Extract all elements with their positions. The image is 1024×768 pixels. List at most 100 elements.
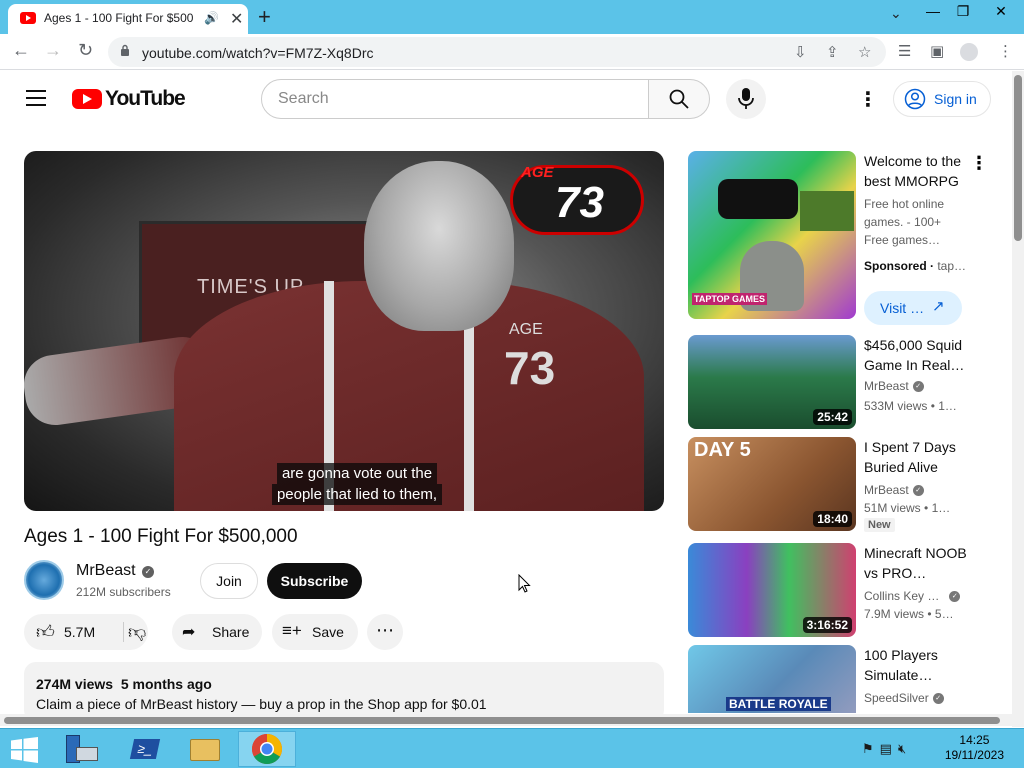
duration-badge: 3:16:52 [802,617,852,633]
subscribe-button[interactable]: Subscribe [267,563,362,599]
server-manager-icon[interactable] [54,731,104,767]
list-item[interactable]: DAY 5 18:40 I Spent 7 Days Buried Alive … [688,437,988,533]
video-thumbnail[interactable]: 25:42 [688,335,856,429]
browser-tab-strip: Ages 1 - 100 Fight For $500 🔊 ✕ + ⌄ — ❐ … [0,0,1024,34]
horizontal-scrollbar[interactable] [0,714,1012,726]
video-title[interactable]: $456,000 Squid Game In Real… [864,335,968,375]
profile-avatar-icon[interactable] [960,43,978,61]
video-thumbnail[interactable]: 3:16:52 [688,543,856,637]
video-title[interactable]: 100 Players Simulate… [864,645,968,685]
search-button[interactable] [648,79,710,119]
duration-badge: 18:40 [813,511,852,527]
chrome-menu-icon[interactable]: ⋮ [998,42,1013,60]
network-icon[interactable]: ▤ [880,741,898,756]
age-badge: AGE 73 [510,164,644,235]
view-meta: 533M views • 1… [864,399,957,413]
thumbs-down-icon[interactable]: 👎︎ [128,621,146,643]
search-icon [669,89,689,109]
vertical-scrollbar[interactable] [1012,71,1024,727]
reload-icon[interactable]: ↻ [78,40,93,61]
video-title: Ages 1 - 100 Fight For $500,000 [24,526,298,547]
back-arrow-icon[interactable]: ← [12,40,30,61]
channel-name[interactable]: Collins Key … ✓ [864,589,961,603]
close-tab-icon[interactable]: ✕ [230,9,243,29]
channel-name[interactable]: MrBeast ✓ [864,483,924,497]
address-bar[interactable]: youtube.com/watch?v=FM7Z-Xq8Drc ⇩ ⇪ ☆ [108,37,886,67]
search-input[interactable]: Search [261,79,649,119]
tab-search-chevron-icon[interactable]: ⌄ [890,5,902,22]
url-text[interactable]: youtube.com/watch?v=FM7Z-Xq8Drc [142,45,373,61]
video-title[interactable]: I Spent 7 Days Buried Alive [864,437,968,477]
settings-more-icon[interactable]: ⋮ [858,87,878,112]
video-thumbnail[interactable]: DAY 5 18:40 [688,437,856,531]
list-item[interactable]: 25:42 $456,000 Squid Game In Real… MrBea… [688,335,988,431]
install-app-icon[interactable]: ⇩ [794,43,807,61]
view-meta: 274M views 5 months ago [36,676,212,692]
window-controls: — ❐ ✕ [918,0,1024,24]
external-link-icon: ↗ [932,298,945,315]
join-button[interactable]: Join [200,563,258,599]
channel-avatar[interactable] [24,560,64,600]
hamburger-menu-icon[interactable] [26,90,46,106]
windows-taskbar: ≥_ ⚑▤🔇︎ 14:25 19/11/2023 [0,728,1024,768]
forward-arrow-icon[interactable]: → [44,40,62,61]
media-control-icon[interactable]: ☰ [898,42,911,60]
verified-check-icon: ✓ [912,485,924,497]
restore-button[interactable]: ❐ [948,0,978,22]
share-button[interactable]: ➦ Share [172,614,262,650]
system-tray: ⚑▤🔇︎ [862,741,912,757]
bookmark-star-icon[interactable]: ☆ [858,43,871,61]
visit-site-button[interactable]: Visit … ↗ [864,291,962,325]
tab-title: Ages 1 - 100 Fight For $500 [44,11,194,25]
browser-tab[interactable]: Ages 1 - 100 Fight For $500 🔊 ✕ [8,4,248,34]
sign-in-button[interactable]: Sign in [893,81,991,117]
scrollbar-thumb[interactable] [4,717,1000,724]
sponsored-ad[interactable]: TAPTOP GAMES Welcome to the best MMORPG … [688,151,988,331]
close-window-button[interactable]: ✕ [978,0,1024,22]
share-arrow-icon: ➦ [182,624,196,641]
flag-icon[interactable]: ⚑ [862,741,880,756]
share-page-icon[interactable]: ⇪ [826,43,839,61]
video-player[interactable]: TIME'S UP AGE 73 AGE 73 are gonna vote o… [24,151,664,511]
divider [123,622,124,642]
clock[interactable]: 14:25 19/11/2023 [945,733,1004,763]
server-box-shape [76,747,98,761]
more-actions-button[interactable]: ⋯ [367,614,403,650]
chrome-taskbar-button[interactable] [238,731,296,767]
ad-menu-icon[interactable]: ⋮ [970,153,988,174]
save-button[interactable]: ≡+ Save [272,614,358,650]
new-tab-button[interactable]: + [258,4,271,30]
view-count: 7.9M views [864,607,925,621]
like-count[interactable]: 5.7M [64,624,95,640]
upload-age: 5… [934,607,954,621]
side-panel-icon[interactable]: ▣ [930,42,944,60]
scrollbar-thumb[interactable] [1014,75,1022,241]
list-item[interactable]: 3:16:52 Minecraft NOOB vs PRO… Collins K… [688,543,988,639]
voice-search-button[interactable] [726,79,766,119]
ad-title[interactable]: Welcome to the best MMORPG [864,151,968,191]
file-explorer-icon[interactable] [180,731,230,767]
jacket-age-number: 73 [504,342,556,394]
sign-in-label: Sign in [934,91,977,107]
lock-icon[interactable] [120,44,130,56]
video-title[interactable]: Minecraft NOOB vs PRO… [864,543,968,583]
view-meta: 51M views • 1… [864,501,951,515]
chrome-icon [251,734,283,765]
channel-name[interactable]: MrBeast ✓ [864,379,924,393]
powershell-prompt-shape: ≥_ [129,739,161,759]
channel-name[interactable]: MrBeast [76,562,136,580]
speaker-icon[interactable]: 🔊 [204,11,219,25]
thumbs-up-icon[interactable]: 👍︎ [36,621,55,643]
list-item[interactable]: BATTLE ROYALE 100 Players Simulate… Spee… [688,645,988,713]
channel-name[interactable]: SpeedSilver ✓ [864,691,944,705]
video-thumbnail[interactable]: BATTLE ROYALE [688,645,856,713]
duration-badge: 25:42 [813,409,852,425]
minimize-button[interactable]: — [918,0,948,22]
description-box[interactable]: 274M views 5 months ago Claim a piece of… [24,662,664,722]
powershell-icon[interactable]: ≥_ [118,731,168,767]
start-button[interactable] [0,731,50,767]
share-label: Share [212,624,250,640]
volume-muted-icon[interactable]: 🔇︎ [898,741,912,756]
caption-line: people that lied to them, [271,484,443,505]
ad-thumbnail[interactable]: TAPTOP GAMES [688,151,856,319]
